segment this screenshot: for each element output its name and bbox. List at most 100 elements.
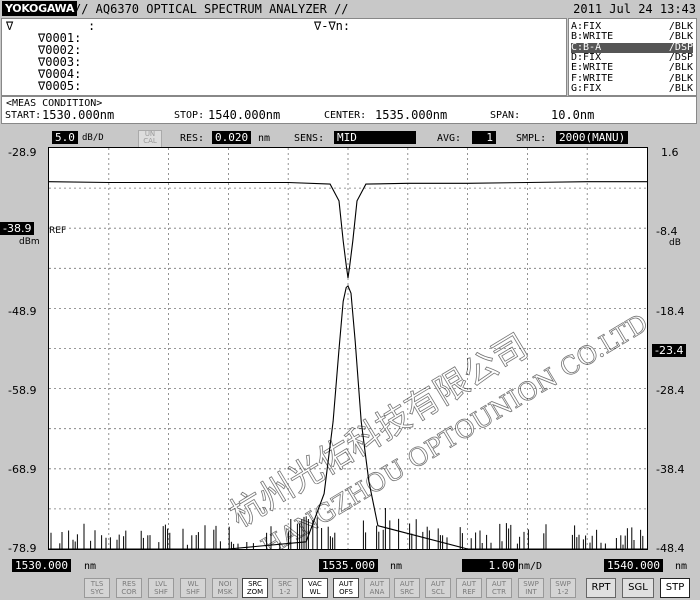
x-start-unit: nm xyxy=(84,561,97,572)
left-tick-label: -68.9 xyxy=(8,463,37,476)
marker-main-value: : xyxy=(88,19,96,33)
softkey[interactable]: TLS SYC xyxy=(84,578,110,598)
center-value[interactable]: 1535.000nm xyxy=(375,108,447,122)
softkey-line2: MSK xyxy=(217,588,233,596)
softkey[interactable]: RES COR xyxy=(116,578,142,598)
softkey[interactable]: AUT SRC xyxy=(394,578,420,598)
softkey-line2: WL xyxy=(309,588,321,596)
trace-mode: /BLK xyxy=(668,82,693,94)
softkey[interactable]: WL SHF xyxy=(180,578,206,598)
x-axis-row: 1530.000 nm 1535.000 nm 1.00 nm/D 1540.0… xyxy=(0,559,700,573)
left-tick-label: -78.9 xyxy=(8,542,37,555)
ref-level-box[interactable]: -38.9 xyxy=(0,222,35,235)
x-start-box[interactable]: 1530.000 xyxy=(12,559,71,572)
left-tick-label: -28.9 xyxy=(8,146,37,159)
app-title: // AQ6370 OPTICAL SPECTRUM ANALYZER // xyxy=(74,2,349,16)
softkey-line2: OFS xyxy=(339,588,353,596)
softkey-line2: 1-2 xyxy=(279,588,291,596)
span-value[interactable]: 10.0nm xyxy=(551,108,594,122)
softkey-line2: SYC xyxy=(90,588,104,596)
stop-value[interactable]: 1540.000nm xyxy=(208,108,280,122)
marker-delta-header: ∇-∇n: xyxy=(314,19,351,33)
right-marker-box[interactable]: -23.4 xyxy=(652,344,687,357)
sens-value[interactable]: MID xyxy=(334,131,416,144)
softkey[interactable]: LVL SHF xyxy=(148,578,174,598)
uncal-line2: CAL xyxy=(143,137,157,145)
trace-mode: /BLK xyxy=(668,31,693,43)
softkey-line2: SHF xyxy=(186,588,200,596)
settings-bar: 5.0 dB/D UN CAL RES: 0.020 nm SENS: MID … xyxy=(0,130,700,148)
smpl-label: SMPL: xyxy=(516,133,547,144)
res-unit: nm xyxy=(258,133,271,144)
sweep-stp-button[interactable]: STP xyxy=(660,578,690,598)
trace-panel[interactable]: A:FIX/BLK B:WRITE/BLK C:B-A/DSP D:FIX/DSP E:… xyxy=(568,18,697,96)
softkey-line2: REF xyxy=(462,588,476,596)
softkey-line1: TLS xyxy=(90,580,104,588)
scale-value[interactable]: 5.0 xyxy=(52,131,78,144)
softkey-line1: RES xyxy=(122,580,136,588)
softkey[interactable]: SWP INT xyxy=(518,578,544,598)
softkey[interactable]: AUT REF xyxy=(456,578,482,598)
yokogawa-logo: YOKOGAWA xyxy=(2,1,78,16)
sweep-sgl-button[interactable]: SGL xyxy=(622,578,654,598)
softkey-line2: ANA xyxy=(369,588,385,596)
softkey-line1: AUT xyxy=(399,580,415,588)
softkey[interactable]: AUT ANA xyxy=(364,578,390,598)
marker-item-5: ∇0005: xyxy=(38,79,82,93)
uncal-indicator: UN CAL xyxy=(138,130,162,148)
trace-row[interactable]: E:WRITE/BLK xyxy=(571,63,693,73)
softkey[interactable]: SRC 1-2 xyxy=(272,578,298,598)
trace-name: G:FIX xyxy=(571,82,602,94)
softkey-line2: SCL xyxy=(431,588,445,596)
spectrum-chart: 杭州光佑科技有限公司 HANGZHOU OPTOUNION CO.LTD xyxy=(48,148,653,563)
trace-row[interactable]: G:FIX/BLK xyxy=(571,82,693,94)
span-label: SPAN: xyxy=(490,110,521,121)
res-value[interactable]: 0.020 xyxy=(212,131,252,144)
sweep-rpt-button[interactable]: RPT xyxy=(586,578,616,598)
title-bar: YOKOGAWA // AQ6370 OPTICAL SPECTRUM ANAL… xyxy=(0,0,700,18)
x-div-box[interactable]: 1.00 xyxy=(462,559,518,572)
x-stop-box[interactable]: 1540.000 xyxy=(604,559,663,572)
sens-label: SENS: xyxy=(294,133,325,144)
softkey-line2: COR xyxy=(121,588,137,596)
trace-mode: /BLK xyxy=(668,62,693,74)
softkey-line1: SWP xyxy=(555,580,571,588)
x-div-unit: nm/D xyxy=(518,561,543,572)
avg-label: AVG: xyxy=(437,133,462,144)
x-center-box[interactable]: 1535.000 xyxy=(319,559,378,572)
left-unit: dBm xyxy=(19,237,40,247)
trace-row[interactable]: F:WRITE/BLK xyxy=(571,73,693,84)
softkey[interactable]: VAC WL xyxy=(302,578,328,598)
avg-value[interactable]: 1 xyxy=(472,131,496,144)
trace-name: E:WRITE xyxy=(571,62,614,74)
marker-panel[interactable]: ∇ : ∇-∇n: ∇0001: ∇0002: ∇0003: ∇0004: ∇0… xyxy=(1,18,567,96)
softkey-line1: SWP xyxy=(523,580,539,588)
softkey-line2: SRC xyxy=(400,588,414,596)
start-value[interactable]: 1530.000nm xyxy=(42,108,114,122)
marker-main-label: ∇ xyxy=(6,19,14,33)
softkey-line2: ZOM xyxy=(246,588,264,596)
ref-label: REF xyxy=(49,226,67,236)
start-label: START: xyxy=(5,110,42,121)
spectrum-plot[interactable]: 杭州光佑科技有限公司 HANGZHOU OPTOUNION CO.LTD REF xyxy=(48,147,653,563)
smpl-value[interactable]: 2000(MANU) xyxy=(556,131,629,144)
softkey-line1: AUT xyxy=(430,580,446,588)
softkey-line2: 1-2 xyxy=(557,588,569,596)
trace-row[interactable]: B:WRITE/BLK xyxy=(571,32,693,42)
softkey[interactable]: NOI MSK xyxy=(212,578,238,598)
right-tick-label: -48.4 xyxy=(656,542,685,555)
softkey[interactable]: SRC ZOM xyxy=(242,578,268,598)
right-tick-label: -38.4 xyxy=(656,463,685,476)
softkey[interactable]: AUT SCL xyxy=(425,578,451,598)
softkey[interactable]: AUT CTR xyxy=(486,578,512,598)
x-stop-unit: nm xyxy=(675,561,688,572)
softkey-line1: SRC xyxy=(278,580,292,588)
softkey[interactable]: AUT OFS xyxy=(333,578,359,598)
softkey-line2: CTR xyxy=(491,588,507,596)
softkey-line1: AUT xyxy=(491,580,507,588)
right-tick-label: -8.4 xyxy=(656,225,678,238)
right-unit: dB xyxy=(669,238,681,248)
x-center-unit: nm xyxy=(390,561,403,572)
softkey[interactable]: SWP 1-2 xyxy=(550,578,576,598)
softkey-line1: AUT xyxy=(338,580,354,588)
